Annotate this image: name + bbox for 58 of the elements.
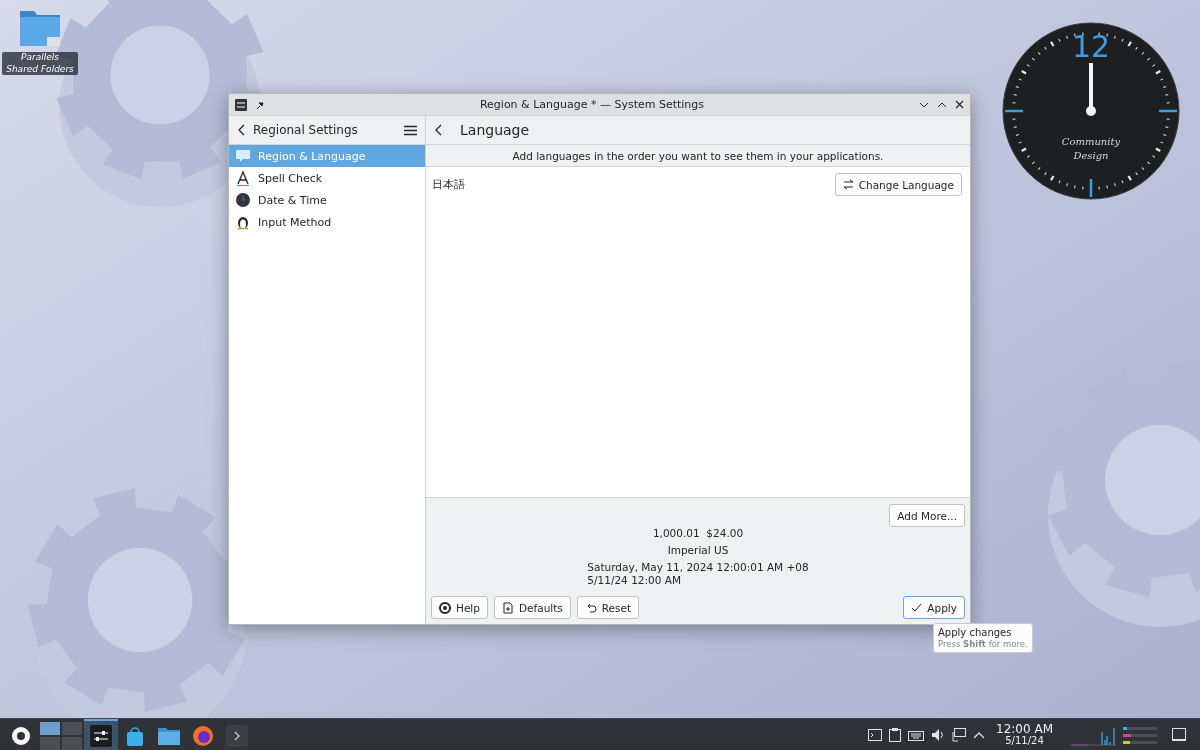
- sidebar-item[interactable]: Input Method: [229, 211, 425, 233]
- app-launcher-icon[interactable]: [10, 724, 32, 747]
- hour-label: 12: [1071, 29, 1111, 64]
- volume-icon[interactable]: [931, 727, 946, 742]
- pin-icon[interactable]: [255, 99, 265, 110]
- taskbar-time[interactable]: 12:00 AM: [996, 722, 1053, 735]
- taskbar-date[interactable]: 5/11/24: [1005, 734, 1044, 747]
- date-example: 5/11/24 12:00 AM: [587, 574, 681, 587]
- format-example: Imperial US: [667, 544, 729, 556]
- speech-bubble-icon: [235, 149, 251, 163]
- folder-icon[interactable]: [18, 8, 62, 48]
- clipboard-icon[interactable]: [889, 727, 902, 742]
- clock-hand: [1086, 63, 1096, 116]
- check-icon: [911, 603, 923, 612]
- tooltip-hint: Press Shift for more.: [938, 639, 1028, 649]
- folder-label[interactable]: Parallels Shared Folders: [2, 52, 78, 76]
- dialog-button[interactable]: Defaults: [493, 596, 571, 619]
- penguin-icon: [235, 214, 251, 230]
- console-icon[interactable]: [868, 728, 883, 741]
- browser-icon[interactable]: [192, 724, 214, 747]
- tooltip-title: Apply changes: [938, 627, 1013, 638]
- window-title: Region & Language * — System Settings: [478, 98, 706, 111]
- chevron-up-icon[interactable]: [973, 730, 986, 739]
- swap-icon: [842, 179, 854, 190]
- maximize-icon[interactable]: [937, 100, 947, 109]
- lifebuoy-icon: [439, 601, 451, 614]
- keyboard-icon[interactable]: [908, 728, 925, 741]
- terminal-icon[interactable]: [226, 724, 248, 747]
- pager-icon[interactable]: [40, 721, 82, 750]
- sidebar-title: Regional Settings: [253, 123, 359, 137]
- sidebar-item[interactable]: Spell Check: [229, 167, 425, 189]
- add-more-button[interactable]: Add More...: [889, 504, 965, 527]
- minimize-icon[interactable]: [919, 100, 929, 109]
- shopping-bag-icon[interactable]: [124, 724, 146, 747]
- dialog-button[interactable]: Help: [431, 596, 488, 619]
- clock-icon: [235, 192, 251, 208]
- network-icon[interactable]: [952, 727, 967, 742]
- date-example: Saturday, May 11, 2024 12:00:01 AM +08: [587, 561, 809, 574]
- show-desktop-icon[interactable]: [1172, 727, 1188, 742]
- back-icon[interactable]: [434, 124, 442, 136]
- page-title: Language: [460, 122, 531, 138]
- clock-caption: Design: [1073, 150, 1109, 161]
- change-language-button[interactable]: Change Language: [834, 173, 962, 196]
- language-name: 日本語: [432, 177, 465, 192]
- app-icon: [235, 98, 247, 111]
- memory-bars-icon[interactable]: [1123, 724, 1157, 745]
- back-icon[interactable]: [237, 124, 245, 136]
- letter-icon: [235, 170, 251, 186]
- document-icon: [501, 601, 514, 614]
- close-icon[interactable]: [955, 100, 964, 109]
- clock-caption: Community: [1061, 136, 1121, 147]
- info-message: Add languages in the order you want to see them in your applications.: [426, 145, 970, 167]
- apply-button[interactable]: Apply: [903, 596, 965, 619]
- menu-icon[interactable]: [404, 124, 417, 136]
- sidebar-item[interactable]: Date & Time: [229, 189, 425, 211]
- format-example: 1,000.01 $24.00: [652, 527, 744, 539]
- sliders-icon[interactable]: [90, 724, 112, 747]
- dialog-button[interactable]: Reset: [576, 596, 640, 619]
